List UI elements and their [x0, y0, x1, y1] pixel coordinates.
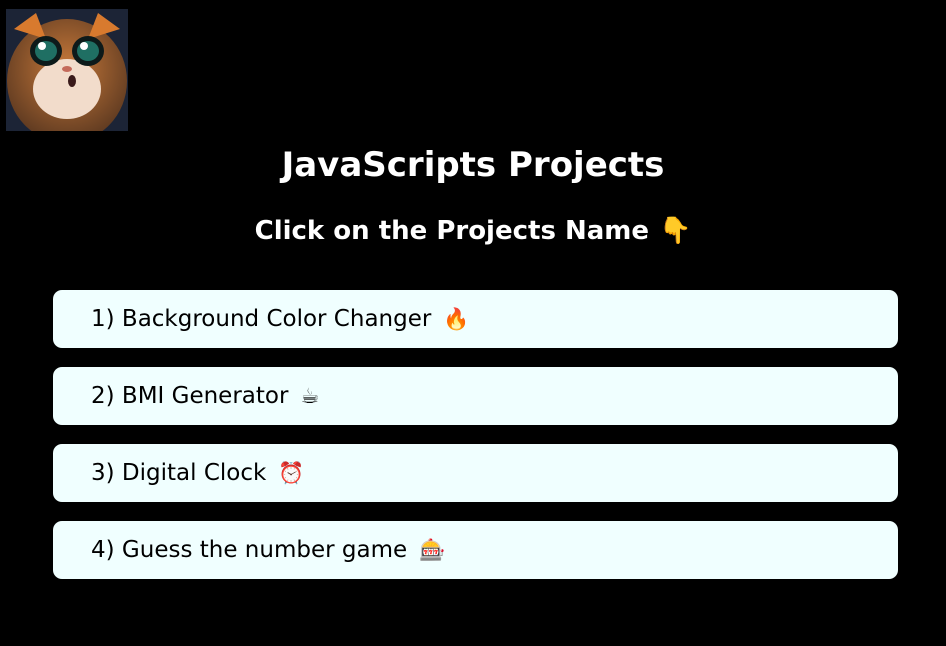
- project-label: 3) Digital Clock: [91, 460, 267, 486]
- project-label: 2) BMI Generator: [91, 383, 289, 409]
- project-link-bmi-generator[interactable]: 2) BMI Generator ☕: [53, 367, 898, 425]
- slot-machine-icon: 🎰: [419, 537, 446, 562]
- project-label: 4) Guess the number game: [91, 537, 408, 563]
- project-list: 1) Background Color Changer 🔥 2) BMI Gen…: [53, 290, 898, 598]
- project-link-guess-the-number-game[interactable]: 4) Guess the number game 🎰: [53, 521, 898, 579]
- coffee-icon: ☕: [300, 383, 320, 408]
- project-link-digital-clock[interactable]: 3) Digital Clock ⏰: [53, 444, 898, 502]
- pointing-down-icon: 👇: [659, 216, 692, 246]
- fire-icon: 🔥: [443, 306, 470, 331]
- page: JavaScripts Projects Click on the Projec…: [0, 0, 946, 646]
- project-link-background-color-changer[interactable]: 1) Background Color Changer 🔥: [53, 290, 898, 348]
- page-title: JavaScripts Projects: [281, 145, 665, 185]
- project-label: 1) Background Color Changer: [91, 306, 432, 332]
- page-subtitle: Click on the Projects Name 👇: [0, 212, 946, 250]
- cat-avatar-image: [6, 9, 128, 131]
- subtitle-text: Click on the Projects Name: [254, 216, 650, 246]
- alarm-clock-icon: ⏰: [278, 460, 305, 485]
